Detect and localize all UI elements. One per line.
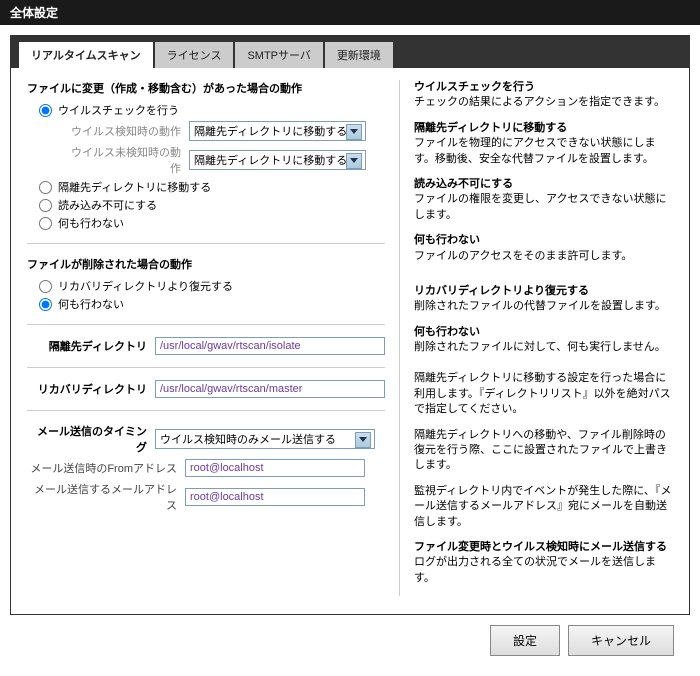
cancel-button[interactable]: キャンセル [568,625,674,656]
select-on-nodetect[interactable]: 隔離先ディレクトリに移動する [189,150,366,170]
help-t7: 隔離先ディレクトリに移動する設定を行った場合に利用します。『ディレクトリリスト』… [414,372,671,415]
help-h2: 隔離先ディレクトリに移動する [414,121,673,136]
select-mail-timing[interactable]: ウイルス検知時のみメール送信する [155,429,375,449]
separator [27,243,385,244]
help-t4: ファイルのアクセスをそのまま許可します。 [414,250,632,262]
radio-readonly[interactable] [39,199,52,212]
radio-nothing2[interactable] [39,298,52,311]
radio-nothing1[interactable] [39,217,52,230]
label-recover-dir: リカバリディレクトリ [27,381,147,397]
tab-update[interactable]: 更新環境 [325,42,393,68]
help-h10: ファイル変更時とウイルス検知時にメール送信する [414,540,673,555]
label-from-address: メール送信時のFromアドレス [27,460,177,476]
input-isolate-dir[interactable] [155,337,385,355]
button-bar: 設定 キャンセル [10,615,690,666]
radio-recover[interactable] [39,280,52,293]
ok-button[interactable]: 設定 [490,625,560,656]
label-mail-timing: メール送信のタイミング [27,423,147,455]
separator [27,367,385,368]
help-t8: 隔離先ディレクトリへの移動や、ファイル削除時の復元を行う際、ここに設置されたファ… [414,429,667,472]
label-isolate-dir: 隔離先ディレクトリ [27,338,147,354]
settings-panel: リアルタイムスキャン ライセンス SMTPサーバ 更新環境 ファイルに変更（作成… [10,35,690,615]
radio-virus-check-label: ウイルスチェックを行う [58,102,179,118]
help-t1: チェックの結果によるアクションを指定できます。 [414,96,665,108]
window-title: 全体設定 [0,0,700,25]
radio-readonly-label: 読み込み不可にする [58,197,157,213]
help-h5: リカバリディレクトリより復元する [414,284,673,299]
radio-move-isolate-label: 隔離先ディレクトリに移動する [58,179,211,195]
radio-recover-label: リカバリディレクトリより復元する [58,278,233,294]
help-t9: 監視ディレクトリ内でイベントが発生した際に、『メール送信するメールアドレス』宛に… [414,485,671,528]
help-t6: 削除されたファイルに対して、何も実行しません。 [414,341,666,353]
tab-realtime-scan[interactable]: リアルタイムスキャン [19,42,153,68]
separator [27,324,385,325]
input-from-address[interactable] [185,459,365,477]
left-column: ファイルに変更（作成・移動含む）があった場合の動作 ウイルスチェックを行う ウイ… [27,80,399,596]
help-h1: ウイルスチェックを行う [414,80,673,95]
select-on-detect[interactable]: 隔離先ディレクトリに移動する [189,121,366,141]
tab-bar: リアルタイムスキャン ライセンス SMTPサーバ 更新環境 [11,36,689,68]
radio-move-isolate[interactable] [39,181,52,194]
help-t2: ファイルを物理的にアクセスできない状態にします。移動後、安全な代替ファイルを設置… [414,137,655,164]
radio-nothing2-label: 何も行わない [58,296,124,312]
input-recover-dir[interactable] [155,380,385,398]
label-on-nodetect: ウイルス未検知時の動作 [71,144,181,176]
tab-smtp[interactable]: SMTPサーバ [235,42,322,68]
separator [27,410,385,411]
right-column: ウイルスチェックを行うチェックの結果によるアクションを指定できます。 隔離先ディ… [399,80,673,596]
label-to-address: メール送信するメールアドレス [27,481,177,513]
radio-nothing1-label: 何も行わない [58,215,124,231]
radio-virus-check[interactable] [39,104,52,117]
help-h6: 何も行わない [414,325,673,340]
help-t3: ファイルの権限を変更し、アクセスできない状態にします。 [414,193,666,220]
tab-license[interactable]: ライセンス [155,42,234,68]
help-t10: ログが出力される全ての状況でメールを送信します。 [414,556,656,583]
section-file-delete-title: ファイルが削除された場合の動作 [27,256,385,272]
help-t5: 削除されたファイルの代替ファイルを設置します。 [414,300,666,312]
section-file-change-title: ファイルに変更（作成・移動含む）があった場合の動作 [27,80,385,96]
help-h4: 何も行わない [414,233,673,248]
input-to-address[interactable] [185,488,365,506]
label-on-detect: ウイルス検知時の動作 [71,123,181,139]
help-h3: 読み込み不可にする [414,177,673,192]
